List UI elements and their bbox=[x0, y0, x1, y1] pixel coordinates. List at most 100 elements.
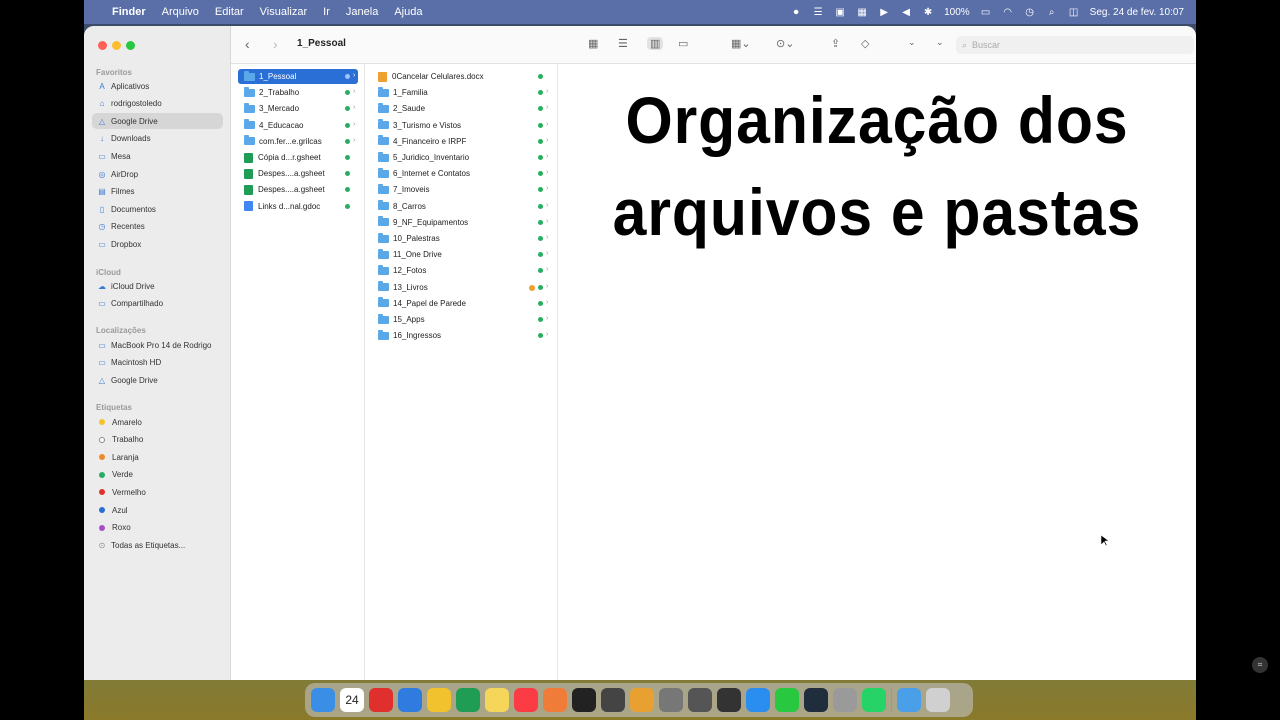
final-cut-icon[interactable] bbox=[572, 688, 596, 712]
search-icon[interactable]: ⌕ bbox=[1046, 6, 1058, 18]
sidebar-tag-2[interactable]: Laranja bbox=[92, 449, 223, 465]
time-machine-icon[interactable]: ◷ bbox=[1024, 6, 1036, 18]
group-icon[interactable]: ▦⌄ bbox=[731, 37, 751, 50]
sidebar-item[interactable]: ☁ iCloud Drive bbox=[92, 278, 223, 294]
notes-icon[interactable] bbox=[485, 688, 509, 712]
garageband-icon[interactable] bbox=[630, 688, 654, 712]
menu-datetime[interactable]: Seg. 24 de fev. 10:07 bbox=[1090, 7, 1184, 18]
list-item[interactable]: 4_Financeiro e IRPF › bbox=[372, 134, 551, 149]
gallery-view-icon[interactable]: ▭ bbox=[678, 37, 688, 50]
logic-icon[interactable] bbox=[601, 688, 625, 712]
record-icon[interactable]: ⏺ bbox=[790, 6, 802, 18]
list-icon[interactable]: ☰ bbox=[812, 6, 824, 18]
list-item[interactable]: 1_Familia › bbox=[372, 85, 551, 100]
list-item[interactable]: 0Cancelar Celulares.docx bbox=[372, 69, 551, 84]
facetime-icon[interactable] bbox=[775, 688, 799, 712]
sidebar-tag-3[interactable]: Verde bbox=[92, 467, 223, 483]
search-field[interactable]: ⌕ Buscar bbox=[956, 36, 1194, 54]
settings-icon[interactable] bbox=[659, 688, 683, 712]
list-item[interactable]: Despes....a.gsheet bbox=[238, 166, 358, 181]
sidebar-tag-1[interactable]: Trabalho bbox=[92, 432, 223, 448]
sidebar-item[interactable]: ▭ Mesa bbox=[92, 148, 223, 164]
menu-janela[interactable]: Janela bbox=[346, 6, 378, 18]
list-item[interactable]: Links d...nal.gdoc bbox=[238, 199, 358, 214]
screenshot-icon[interactable] bbox=[688, 688, 712, 712]
calculator-icon[interactable] bbox=[717, 688, 741, 712]
list-item[interactable]: Despes....a.gsheet bbox=[238, 182, 358, 197]
action-icon[interactable]: ⊙⌄ bbox=[776, 37, 794, 50]
sidebar-item[interactable]: ▭ Dropbox bbox=[92, 236, 223, 252]
pixelmator-icon[interactable] bbox=[543, 688, 567, 712]
list-item[interactable]: 7_Imoveis › bbox=[372, 182, 551, 197]
menu-editar[interactable]: Editar bbox=[215, 6, 244, 18]
list-item[interactable]: 13_Livros › bbox=[372, 280, 551, 295]
list-item[interactable]: 4_Educacao › bbox=[238, 118, 358, 133]
control-center-icon[interactable]: ◫ bbox=[1068, 6, 1080, 18]
sidebar-item[interactable]: ▤ Filmes bbox=[92, 184, 223, 200]
whatsapp-icon[interactable] bbox=[862, 688, 886, 712]
menu-ir[interactable]: Ir bbox=[323, 6, 330, 18]
stocks-icon[interactable] bbox=[804, 688, 828, 712]
list-item[interactable]: Cópia d...r.gsheet bbox=[238, 150, 358, 165]
back-icon[interactable]: ‹ bbox=[245, 36, 250, 52]
tag-icon[interactable]: ◇ bbox=[861, 37, 869, 50]
list-item[interactable]: 9_NF_Equipamentos › bbox=[372, 215, 551, 230]
downloads-folder-icon[interactable] bbox=[897, 688, 921, 712]
list-item[interactable]: 12_Fotos › bbox=[372, 263, 551, 278]
testflight-icon[interactable] bbox=[456, 688, 480, 712]
list-item[interactable]: 11_One Drive › bbox=[372, 247, 551, 262]
sidebar-item[interactable]: ⌂ rodrigostoledo bbox=[92, 96, 223, 112]
menu-app-name[interactable]: Finder bbox=[112, 6, 146, 18]
sidebar-item[interactable]: △ Google Drive bbox=[92, 113, 223, 130]
display-icon[interactable]: ▣ bbox=[834, 6, 846, 18]
list-item[interactable]: 3_Turismo e Vistos › bbox=[372, 118, 551, 133]
list-item[interactable]: com.fer...e.grilcas › bbox=[238, 134, 358, 149]
trash-icon[interactable] bbox=[926, 688, 950, 712]
list-item[interactable]: 14_Papel de Parede › bbox=[372, 296, 551, 311]
sidebar-tag-0[interactable]: Amarelo bbox=[92, 414, 223, 430]
chrome-icon[interactable] bbox=[427, 688, 451, 712]
list-item[interactable]: 1_Pessoal › bbox=[238, 69, 358, 84]
share-icon[interactable]: ⇪ bbox=[831, 37, 840, 50]
screen-capture-icon[interactable]: ⌗ bbox=[1252, 657, 1268, 673]
list-item[interactable]: 10_Palestras › bbox=[372, 231, 551, 246]
opera-icon[interactable] bbox=[369, 688, 393, 712]
sidebar-item[interactable]: ◎ AirDrop bbox=[92, 166, 223, 182]
list-item[interactable]: 8_Carros › bbox=[372, 199, 551, 214]
wifi-icon[interactable]: ◠ bbox=[1002, 6, 1014, 18]
sidebar-item[interactable]: △ Google Drive bbox=[92, 372, 223, 388]
menu-ajuda[interactable]: Ajuda bbox=[394, 6, 422, 18]
list-view-icon[interactable]: ☰ bbox=[618, 37, 628, 50]
sidebar-item[interactable]: ↓ Downloads bbox=[92, 131, 223, 147]
icon-view-icon[interactable]: ▦ bbox=[588, 37, 598, 50]
battery-icon[interactable]: ▭ bbox=[980, 6, 992, 18]
forward-icon[interactable]: › bbox=[273, 36, 278, 52]
calendar-icon[interactable]: 24 bbox=[340, 688, 364, 712]
list-item[interactable]: 2_Trabalho › bbox=[238, 85, 358, 100]
sidebar-item[interactable]: ▭ Macintosh HD bbox=[92, 355, 223, 371]
safari-icon[interactable] bbox=[398, 688, 422, 712]
sidebar-all-tags[interactable]: ⊙ Todas as Etiquetas... bbox=[92, 537, 223, 553]
list-item[interactable]: 2_Saude › bbox=[372, 101, 551, 116]
chevron-down-icon[interactable]: ⌄ bbox=[908, 37, 916, 48]
sidebar-item[interactable]: ▭ Compartilhado bbox=[92, 296, 223, 312]
bluetooth-icon[interactable]: ✱ bbox=[922, 6, 934, 18]
music-icon[interactable] bbox=[514, 688, 538, 712]
sidebar-tag-4[interactable]: Vermelho bbox=[92, 484, 223, 500]
sidebar-item[interactable]: ▭ MacBook Pro 14 de Rodrigo bbox=[92, 337, 223, 353]
layout-icon[interactable]: ▦ bbox=[856, 6, 868, 18]
column-view-icon[interactable]: ▥ bbox=[647, 37, 664, 50]
minimize-button[interactable] bbox=[112, 41, 121, 50]
play-icon[interactable]: ▶ bbox=[878, 6, 890, 18]
list-item[interactable]: 15_Apps › bbox=[372, 312, 551, 327]
sidebar-item[interactable]: A Aplicativos bbox=[92, 78, 223, 94]
sidebar-tag-5[interactable]: Azul bbox=[92, 502, 223, 518]
list-item[interactable]: 5_Juridico_Inventario › bbox=[372, 150, 551, 165]
close-button[interactable] bbox=[98, 41, 107, 50]
list-item[interactable]: 3_Mercado › bbox=[238, 101, 358, 116]
volume-icon[interactable]: ◀ bbox=[900, 6, 912, 18]
chevron-down-icon[interactable]: ⌄ bbox=[936, 37, 944, 48]
sidebar-tag-6[interactable]: Roxo bbox=[92, 520, 223, 536]
finder-icon[interactable] bbox=[311, 688, 335, 712]
list-item[interactable]: 16_Ingressos › bbox=[372, 328, 551, 343]
